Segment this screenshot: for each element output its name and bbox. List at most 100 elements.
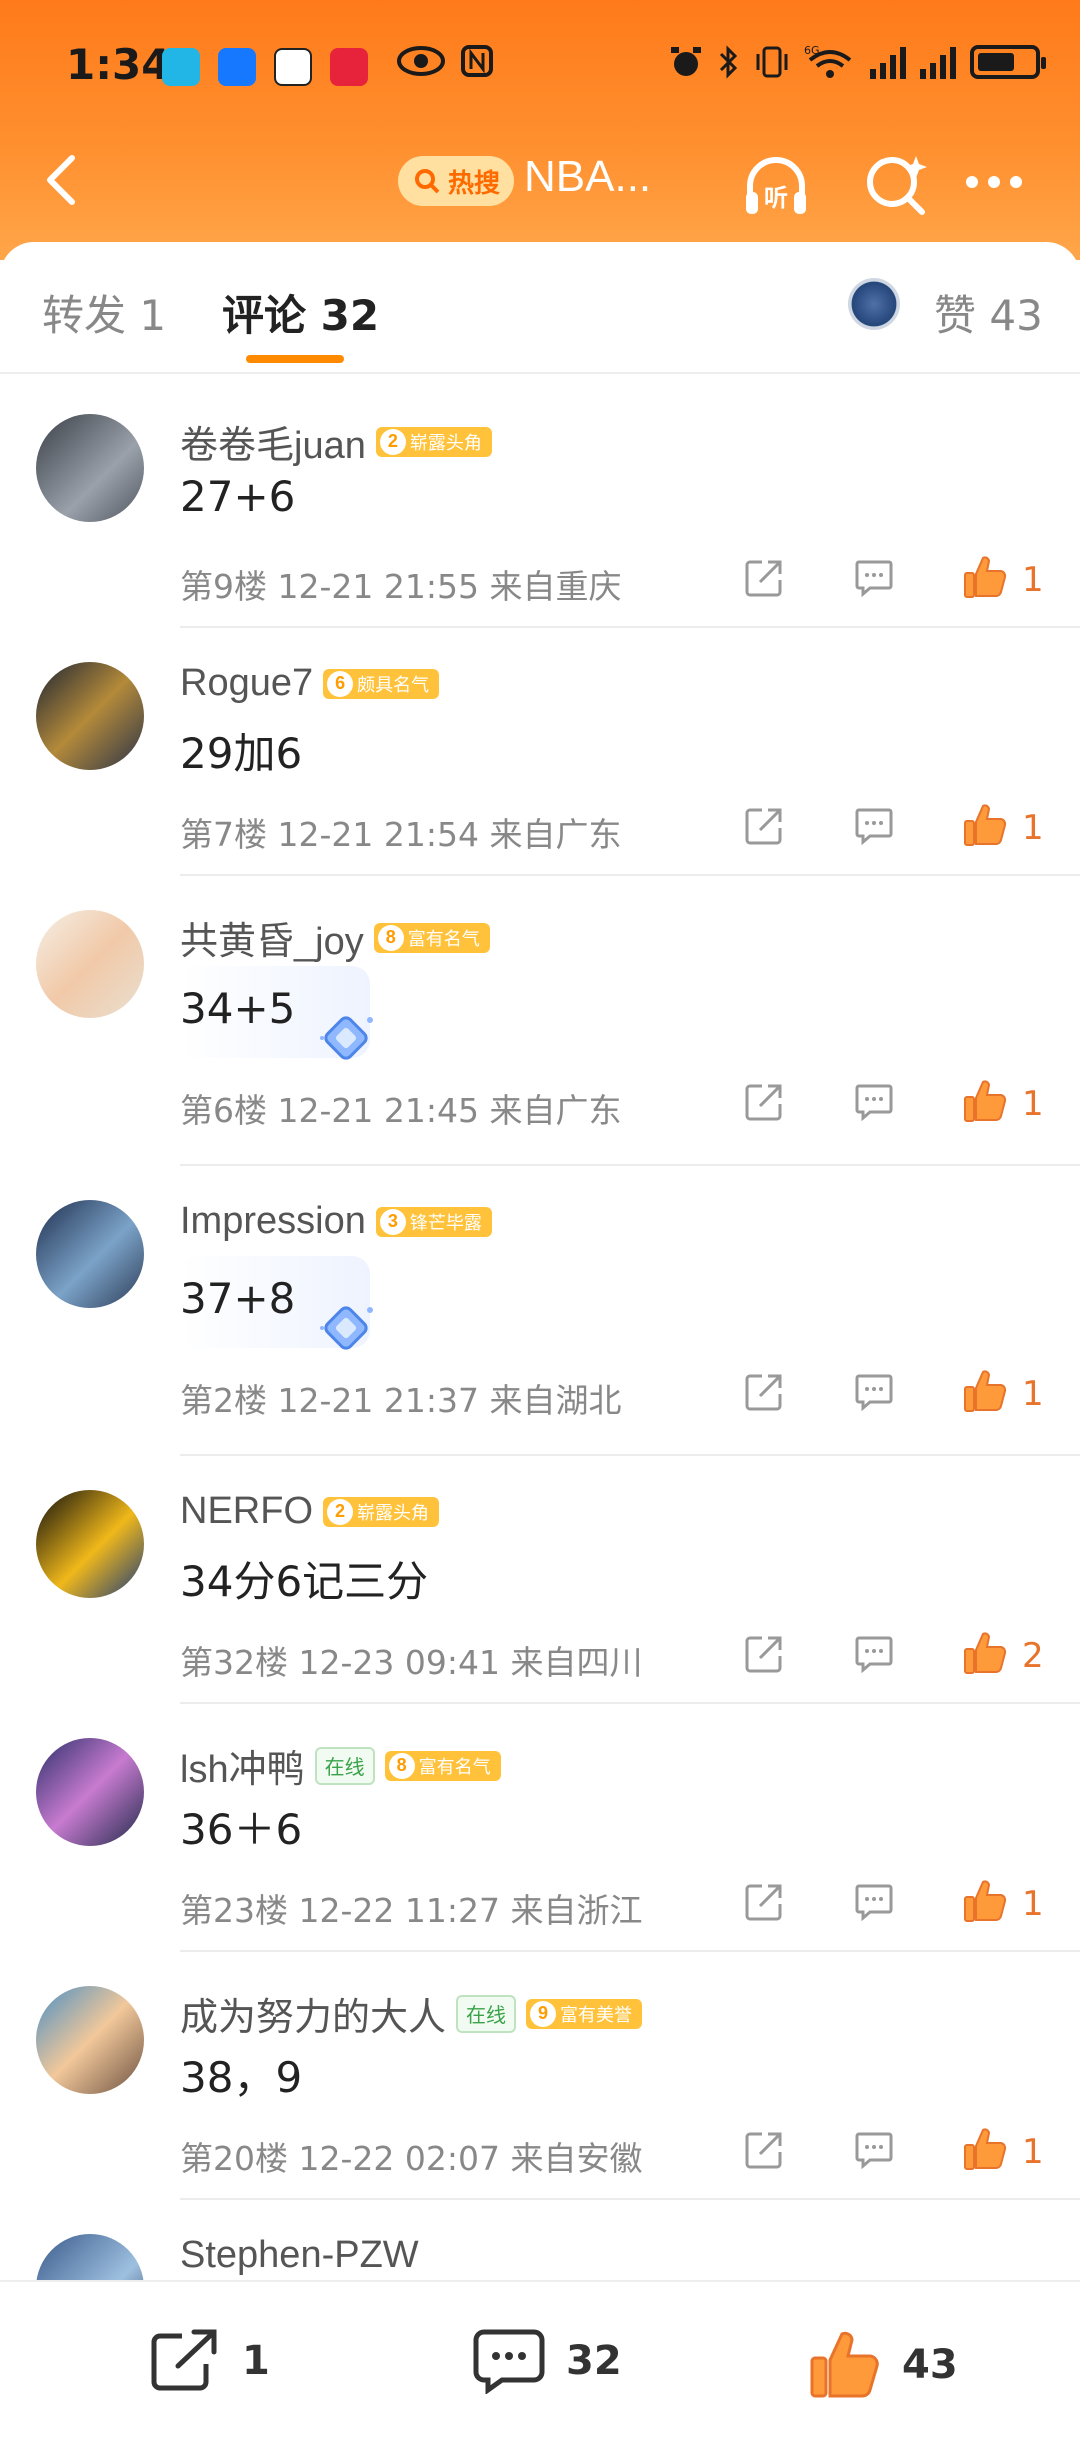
comment-item: NERFO 2 崭露头角 34分6记三分 第32楼 12-23 09:41 来自四川 2 — [0, 1456, 1080, 1704]
reply-icon[interactable] — [854, 1372, 894, 1412]
comment-floor: 第6楼 — [180, 1091, 267, 1130]
like-icon[interactable] — [962, 1878, 1008, 1924]
comment-like-count[interactable]: 1 — [1022, 1374, 1044, 1414]
tab-repost[interactable]: 转发 1 — [42, 282, 166, 343]
comment-floor: 第32楼 — [180, 1643, 288, 1682]
reply-icon[interactable] — [854, 1882, 894, 1922]
user-avatar[interactable] — [36, 1490, 144, 1598]
comment-username[interactable]: Stephen-PZW — [180, 2234, 419, 2277]
comment-username-row: 成为努力的大人 在线 9 富有美誉 — [180, 1986, 643, 2041]
fan-level-number: 9 — [530, 2000, 557, 2027]
thumbs-up-icon — [810, 2331, 879, 2398]
repost-icon — [151, 2329, 217, 2391]
alipay-icon — [218, 48, 256, 86]
share-icon[interactable] — [744, 806, 784, 846]
comment-like-count[interactable]: 1 — [1022, 1084, 1044, 1124]
reply-icon[interactable] — [854, 1082, 894, 1122]
share-icon[interactable] — [744, 1882, 784, 1922]
comment-username[interactable]: 共黄昏_joy — [180, 910, 364, 965]
comment-region: 来自四川 — [510, 1643, 643, 1682]
comment-text: 36＋6 — [180, 1805, 303, 1854]
comment-like-count[interactable]: 1 — [1022, 560, 1044, 600]
comment-region: 来自安徽 — [510, 2139, 643, 2178]
online-status-badge: 在线 — [314, 1746, 375, 1785]
comment-like-count[interactable]: 1 — [1022, 1884, 1044, 1924]
hot-search-badge[interactable]: 热搜 — [398, 156, 515, 206]
share-icon[interactable] — [744, 1082, 784, 1122]
comment-username[interactable]: NERFO — [180, 1490, 313, 1533]
reply-icon[interactable] — [854, 558, 894, 598]
comment-item: 成为努力的大人 在线 9 富有美誉 38，9 第20楼 12-22 02:07 来自安徽 1 — [0, 1952, 1080, 2200]
tab-comments[interactable]: 评论 32 — [222, 282, 379, 343]
share-icon[interactable] — [744, 558, 784, 598]
comment-username-row: 共黄昏_joy 8 富有名气 — [180, 910, 490, 965]
bottom-repost-button[interactable]: 1 — [148, 2328, 270, 2394]
comment-text: 37+8 — [180, 1274, 296, 1323]
like-icon[interactable] — [962, 802, 1008, 848]
user-avatar[interactable] — [36, 1738, 144, 1846]
share-icon[interactable] — [744, 2130, 784, 2170]
diamond-sticker-icon — [320, 1016, 373, 1060]
fan-level-badge: 6 颇具名气 — [323, 668, 440, 699]
liker-avatar[interactable] — [848, 278, 900, 330]
like-icon[interactable] — [962, 1078, 1008, 1124]
fan-level-title: 颇具名气 — [357, 674, 430, 695]
fan-level-badge: 2 崭露头角 — [323, 1496, 439, 1527]
fan-level-title: 锋芒毕露 — [409, 1212, 482, 1233]
reply-icon[interactable] — [854, 1634, 894, 1674]
fan-level-title: 崭露头角 — [357, 1502, 429, 1523]
share-icon[interactable] — [744, 1372, 784, 1412]
bluetooth-icon — [719, 45, 738, 79]
comment-item: Impression 3 锋芒毕露 37+8 第2楼 12-21 21:37 来自湖北 1 — [0, 1166, 1080, 1456]
comment-bubble-icon — [473, 2329, 545, 2394]
share-icon[interactable] — [744, 1634, 784, 1674]
comment-like-count[interactable]: 1 — [1022, 2132, 1044, 2172]
user-avatar[interactable] — [36, 1986, 144, 2094]
comment-meta: 第32楼 12-23 09:41 来自四川 — [180, 1636, 642, 1684]
comment-meta: 第6楼 12-21 21:45 来自广东 — [180, 1084, 621, 1132]
headphones-listen-icon[interactable]: 听 — [740, 150, 812, 222]
comment-like-count[interactable]: 2 — [1022, 1636, 1044, 1676]
user-avatar[interactable] — [36, 414, 144, 522]
tab-likes[interactable]: 赞 43 — [934, 282, 1043, 343]
reply-icon[interactable] — [854, 2130, 894, 2170]
search-small-icon — [415, 169, 440, 194]
comment-text: 34+5 — [180, 984, 296, 1033]
like-icon[interactable] — [962, 554, 1008, 600]
app-notification-icon — [162, 48, 200, 86]
user-avatar[interactable] — [36, 662, 144, 770]
user-avatar[interactable] — [36, 1200, 144, 1308]
search-icon[interactable] — [862, 150, 932, 220]
bottom-repost-count: 1 — [242, 2338, 270, 2384]
nfc-icon — [461, 45, 493, 77]
comment-username[interactable]: Rogue7 — [180, 662, 313, 705]
comment-floor: 第23楼 — [180, 1891, 288, 1930]
page-title: NBA... — [524, 152, 652, 201]
comment-meta: 第20楼 12-22 02:07 来自安徽 — [180, 2132, 642, 2180]
fan-level-badge: 8 富有名气 — [384, 1750, 501, 1781]
comment-username-row: 卷卷毛juan 2 崭露头角 — [180, 414, 492, 469]
bottom-action-bar: 1 32 43 — [0, 2280, 1080, 2439]
navigation-bar: 热搜 NBA... 听 — [0, 130, 1080, 240]
like-icon[interactable] — [962, 1368, 1008, 1414]
bottom-like-button[interactable]: 43 — [808, 2328, 958, 2402]
comment-username-row: lsh冲鸭 在线 8 富有名气 — [180, 1738, 501, 1793]
user-avatar[interactable] — [36, 910, 144, 1018]
comment-username[interactable]: 成为努力的大人 — [180, 1986, 446, 2041]
back-arrow-icon[interactable] — [34, 150, 94, 210]
fan-level-badge: 2 崭露头角 — [375, 426, 492, 457]
bottom-comment-button[interactable]: 32 — [472, 2328, 622, 2394]
comment-username[interactable]: Impression — [180, 1200, 366, 1243]
system-icons-left — [396, 44, 494, 78]
comment-username[interactable]: lsh冲鸭 — [180, 1738, 305, 1793]
comment-like-count[interactable]: 1 — [1022, 808, 1044, 848]
hot-search-label: 热搜 — [448, 168, 501, 199]
status-time: 1:34 — [66, 40, 171, 89]
like-icon[interactable] — [962, 2126, 1008, 2172]
like-icon[interactable] — [962, 1630, 1008, 1676]
reply-icon[interactable] — [854, 806, 894, 846]
notification-icons — [162, 48, 368, 86]
comment-username[interactable]: 卷卷毛juan — [180, 414, 366, 469]
fan-level-badge: 3 锋芒毕露 — [375, 1206, 492, 1237]
more-options-icon[interactable] — [966, 176, 1022, 188]
